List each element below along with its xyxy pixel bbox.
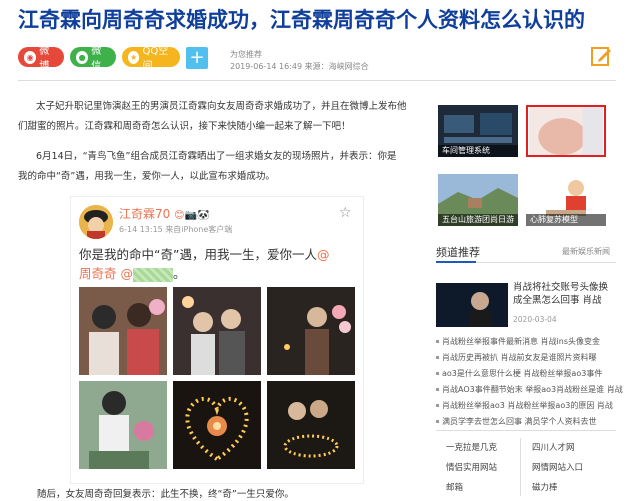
paragraph-1b: 们甜蜜的照片。江奇霖和周奇奇怎么认识，接下来快随小编一起来了解一下吧！ xyxy=(18,121,351,132)
weibo-meta: 6-14 13:15 来自iPhone客户端 xyxy=(119,225,233,234)
list-item[interactable]: 肖战粉丝举报ao3 肖战粉丝举报ao3的原因 肖战 xyxy=(436,400,613,411)
favorite-star-icon[interactable]: ☆ xyxy=(339,205,352,221)
wechat-icon: ● xyxy=(76,50,89,64)
link-item[interactable]: 邮箱 xyxy=(446,481,463,493)
source-label: 为您推荐 xyxy=(230,50,262,59)
thumb-caption: 五台山旅游团尚日游 xyxy=(438,214,518,226)
weibo-icon: ◉ xyxy=(24,50,37,64)
paragraph-1a: 太子妃升职记里饰演赵王的男演员江奇霖向女友周奇奇求婚成功了，并且在微博上发布他 xyxy=(36,101,407,112)
mention-link[interactable]: @ xyxy=(317,247,330,262)
list-item[interactable]: 肖战历史再被扒 肖战前女友是谁照片资料曝 xyxy=(436,352,597,363)
share-weibo-button[interactable]: ◉ 微博 xyxy=(18,46,64,72)
weibo-post-card: 江奇霖70 😊📷🐼 6-14 13:15 来自iPhone客户端 ☆ 你是我的命… xyxy=(70,196,364,484)
photo-6[interactable] xyxy=(267,381,355,469)
thumb-caption: 车间管理系统 xyxy=(438,145,518,157)
link-item[interactable]: 磁力棒 xyxy=(532,481,558,493)
list-item[interactable]: 肖战粉丝举报事件最新消息 肖战ins头像变金 xyxy=(436,336,600,347)
links-divider xyxy=(436,430,616,431)
blurred-mention xyxy=(132,267,173,282)
section-more-link[interactable]: 最新娱乐新闻 xyxy=(562,246,610,257)
thumb-caption: 心肺复苏模型 xyxy=(526,214,606,226)
share-more-button[interactable]: + xyxy=(186,47,208,69)
date-source: 2019-06-14 16:49 来源：海峡网综合 xyxy=(230,62,369,71)
list-item[interactable]: 肖战AO3事件翻节始末 举报ao3肖战粉丝是谁 肖战 xyxy=(436,384,623,395)
avatar[interactable] xyxy=(79,205,113,239)
share-wechat-button[interactable]: ● 微信 xyxy=(70,46,116,72)
featured-news-date: 2020-03-04 xyxy=(513,315,557,324)
qzone-star-icon: ★ xyxy=(128,50,140,64)
list-item[interactable]: 满员学李去世怎么回事 满员学个人资料去世 xyxy=(436,416,597,427)
article-title: 江奇霖向周奇奇求婚成功，江奇霖周奇奇个人资料怎么认识的 xyxy=(18,8,585,32)
header-divider xyxy=(18,80,616,81)
link-item[interactable]: 情侣实用网站 xyxy=(446,461,497,473)
emoji-icons: 😊📷🐼 xyxy=(174,210,210,221)
paragraph-2a: 6月14日，“青鸟飞鱼”组合成员江奇霖晒出了一组求婚女友的现场照片，并表示：你是 xyxy=(36,151,397,162)
links-separator xyxy=(520,438,521,496)
weibo-username[interactable]: 江奇霖70 😊📷🐼 xyxy=(119,205,209,222)
photo-5[interactable] xyxy=(173,381,261,469)
featured-news-title[interactable]: 肖战将社交账号头像换成全黑怎么回事 肖战 xyxy=(513,281,613,307)
link-item[interactable]: 一克拉是几克 xyxy=(446,441,497,453)
photo-1[interactable] xyxy=(79,287,167,375)
paragraph-2b: 我的命中“奇”遇，用我一生，爱你一人，以此宣布求婚成功。 xyxy=(18,171,275,182)
list-item[interactable]: ao3是什么意思什么梗 肖战粉丝举报ao3事件 xyxy=(436,368,602,379)
photo-2[interactable] xyxy=(173,287,261,375)
thumb-pregnant[interactable] xyxy=(526,105,606,157)
paragraph-3: 随后，女友周奇奇回复表示：此生不换，终“奇”一生只爱你。 xyxy=(37,489,294,500)
weibo-text: 你是我的命中“奇”遇，用我一生，爱你一人@ 周奇奇 @。 xyxy=(79,247,330,282)
photo-3[interactable] xyxy=(267,287,355,375)
link-item[interactable]: 四川人才网 xyxy=(532,441,575,453)
photo-4[interactable] xyxy=(79,381,167,469)
section-accent xyxy=(436,261,476,263)
mention-link-zhouqiqi[interactable]: 周奇奇 @ xyxy=(79,266,133,281)
link-item[interactable]: 网情网站入口 xyxy=(532,461,583,473)
section-title: 频道推荐 xyxy=(436,246,480,259)
edit-icon[interactable] xyxy=(590,45,612,67)
share-qzone-button[interactable]: ★ QQ空间 xyxy=(122,46,180,72)
featured-news-image[interactable] xyxy=(436,283,508,327)
